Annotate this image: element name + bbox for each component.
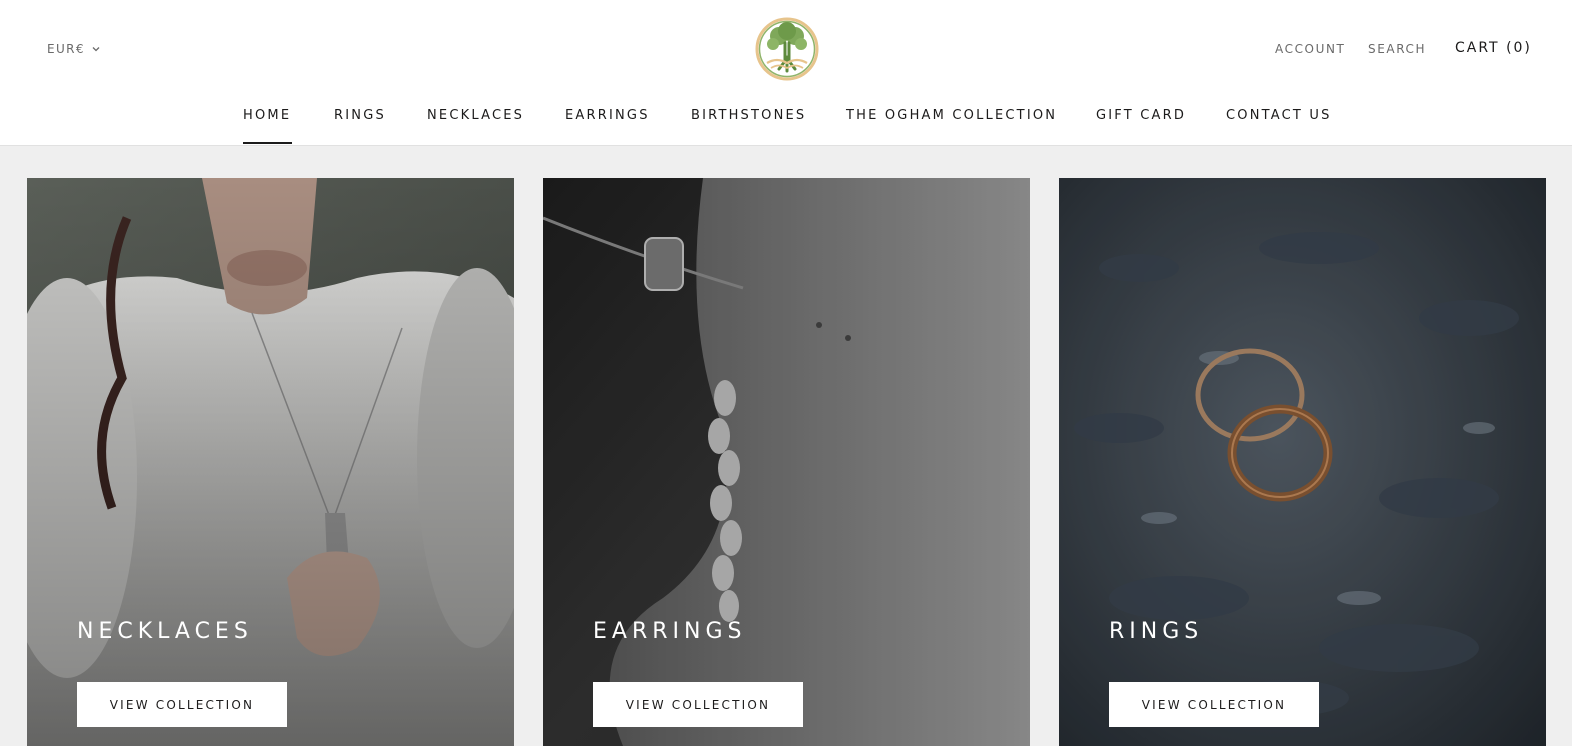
view-collection-button-necklaces[interactable]: VIEW COLLECTION	[77, 682, 287, 727]
collection-title: RINGS	[1109, 619, 1204, 644]
currency-label: EUR€	[47, 42, 85, 56]
rings-on-water-photo	[1059, 178, 1546, 746]
nav-item-gift-card[interactable]: GIFT CARD	[1096, 108, 1186, 123]
nav-item-earrings[interactable]: EARRINGS	[565, 108, 650, 123]
necklace-model-photo	[27, 178, 514, 746]
chevron-down-icon	[92, 47, 100, 52]
earring-model-photo	[543, 178, 1030, 746]
view-collection-button-rings[interactable]: VIEW COLLECTION	[1109, 682, 1319, 727]
nav-item-rings[interactable]: RINGS	[334, 108, 386, 123]
site-header: EUR€ ACCOUNT SEARCH CART (0) HOME RINGS …	[0, 0, 1572, 146]
collection-card-earrings[interactable]: EARRINGS VIEW COLLECTION	[543, 178, 1030, 746]
cart-link[interactable]: CART (0)	[1455, 40, 1532, 56]
collection-card-necklaces[interactable]: NECKLACES VIEW COLLECTION	[27, 178, 514, 746]
collection-title: EARRINGS	[593, 619, 747, 644]
nav-item-necklaces[interactable]: NECKLACES	[427, 108, 524, 123]
collection-card-rings[interactable]: RINGS VIEW COLLECTION	[1059, 178, 1546, 746]
tree-of-life-logo[interactable]	[755, 17, 819, 81]
account-link[interactable]: ACCOUNT	[1275, 42, 1346, 56]
nav-item-home[interactable]: HOME	[243, 108, 291, 123]
nav-item-contact-us[interactable]: CONTACT US	[1226, 108, 1332, 123]
collection-title: NECKLACES	[77, 619, 253, 644]
currency-selector[interactable]: EUR€	[47, 42, 101, 56]
nav-item-ogham-collection[interactable]: THE OGHAM COLLECTION	[846, 108, 1057, 123]
main-navigation: HOME RINGS NECKLACES EARRINGS BIRTHSTONE…	[0, 106, 1572, 145]
view-collection-button-earrings[interactable]: VIEW COLLECTION	[593, 682, 803, 727]
search-link[interactable]: SEARCH	[1368, 42, 1426, 56]
active-nav-indicator	[243, 142, 292, 144]
nav-item-birthstones[interactable]: BIRTHSTONES	[691, 108, 806, 123]
